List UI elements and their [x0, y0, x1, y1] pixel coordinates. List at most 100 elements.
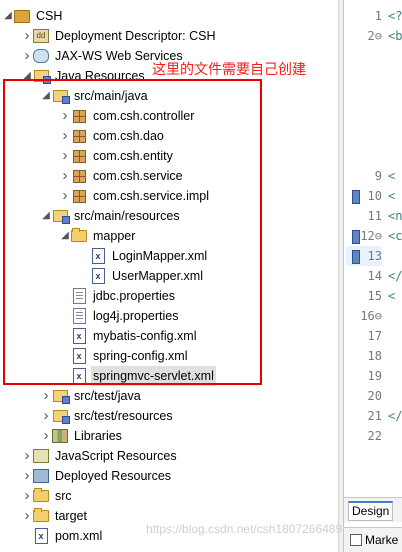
line-number: 9	[374, 169, 382, 183]
line-number	[346, 126, 382, 146]
code-line[interactable]: <	[388, 286, 395, 306]
tree-item[interactable]: ◢ src/main/resources	[0, 206, 182, 226]
expand-arrow-icon[interactable]: ›	[21, 506, 33, 526]
code-line[interactable]: </	[388, 406, 402, 426]
expand-arrow-icon[interactable]: ›	[40, 386, 52, 406]
tree-item-label: com.csh.entity	[93, 149, 173, 163]
line-number: 18	[367, 349, 382, 363]
xml-editor: 1 <? 2⊖ <b 9 <10 <11 <n 12⊖ <c 13 14 </15 <16⊖ 17 18 19 2…	[343, 0, 402, 552]
tree-item[interactable]: x springmvc-servlet.xml	[0, 366, 216, 386]
code-line[interactable]: </	[388, 266, 402, 286]
tree-item-label: com.csh.service	[93, 169, 183, 183]
annotation-marker-icon[interactable]	[352, 230, 360, 244]
collapse-arrow-icon[interactable]: ◢	[2, 6, 14, 26]
tree-item-label: com.csh.dao	[93, 129, 164, 143]
collapse-arrow-icon[interactable]: ◢	[40, 86, 52, 106]
tree-item-label: src	[55, 489, 72, 503]
tree-item[interactable]: ◢ Java Resources	[0, 66, 147, 86]
tree-item[interactable]: › JavaScript Resources	[0, 446, 179, 466]
tree-item[interactable]: › Deployed Resources	[0, 466, 173, 486]
tree-item-label: springmvc-servlet.xml	[91, 366, 216, 386]
tree-item-label: com.csh.controller	[93, 109, 195, 123]
expand-arrow-icon[interactable]: ›	[59, 186, 71, 206]
collapse-arrow-icon[interactable]: ◢	[59, 226, 71, 246]
annotation-marker-icon[interactable]	[352, 250, 360, 264]
line-number: 15	[367, 289, 382, 303]
editor-line-area[interactable]: 1 <? 2⊖ <b 9 <10 <11 <n 12⊖ <c 13 14 </15 <16⊖ 17 18 19 2…	[344, 0, 402, 494]
collapse-arrow-icon[interactable]: ◢	[40, 206, 52, 226]
code-line[interactable]: <b	[388, 26, 402, 46]
code-line[interactable]: <n	[388, 206, 402, 226]
tree-item[interactable]: › com.csh.service.impl	[0, 186, 211, 206]
tab-design[interactable]: Design	[348, 501, 394, 521]
tree-item[interactable]: › target	[0, 506, 89, 526]
source-folder-icon	[52, 208, 70, 224]
line-number: 17	[367, 329, 382, 343]
expand-arrow-icon[interactable]: ›	[21, 446, 33, 466]
tree-item-label: spring-config.xml	[93, 349, 188, 363]
tree-item-label: target	[55, 509, 87, 523]
tree-item[interactable]: log4j.properties	[0, 306, 180, 326]
expand-arrow-icon[interactable]: ›	[21, 486, 33, 506]
watermark: https://blog.csdn.net/csh1807266489	[146, 522, 343, 536]
annotation-marker-icon[interactable]	[352, 190, 360, 204]
library-icon	[52, 428, 68, 444]
editor-tabs: Design	[344, 497, 402, 522]
expand-arrow-icon[interactable]: ›	[21, 46, 33, 66]
javascript-resources-icon	[33, 448, 49, 464]
code-line[interactable]: <c	[388, 226, 402, 246]
expand-arrow-icon[interactable]: ›	[21, 26, 33, 46]
tree-item[interactable]: x spring-config.xml	[0, 346, 189, 366]
tree-item-label: log4j.properties	[93, 309, 179, 323]
tree-item[interactable]: › dd Deployment Descriptor: CSH	[0, 26, 217, 46]
expand-arrow-icon[interactable]: ›	[59, 106, 71, 126]
tree-item[interactable]: › com.csh.controller	[0, 106, 196, 126]
xml-file-icon: x	[90, 268, 106, 284]
tree-item-label: LoginMapper.xml	[112, 249, 208, 263]
expand-arrow-icon[interactable]: ›	[21, 466, 33, 486]
tree-item[interactable]: ◢ CSH	[0, 6, 64, 26]
line-number	[346, 106, 382, 126]
expand-arrow-icon[interactable]: ›	[59, 166, 71, 186]
xml-file-icon: x	[33, 528, 49, 544]
code-line[interactable]: <?	[388, 6, 402, 26]
expand-arrow-icon[interactable]: ›	[59, 146, 71, 166]
tab-markers[interactable]: Marke	[350, 532, 398, 548]
folder-icon	[33, 508, 49, 524]
xml-file-icon: x	[71, 368, 87, 384]
expand-arrow-icon[interactable]: ›	[40, 406, 52, 426]
code-line[interactable]: <	[388, 186, 395, 206]
package-icon	[71, 108, 87, 124]
code-line[interactable]: <	[388, 166, 395, 186]
tree-item[interactable]: x LoginMapper.xml	[0, 246, 209, 266]
tree-item[interactable]: › com.csh.service	[0, 166, 185, 186]
tree-item[interactable]: › Libraries	[0, 426, 124, 446]
tree-item-label: Deployment Descriptor: CSH	[55, 29, 216, 43]
expand-arrow-icon[interactable]: ›	[40, 426, 52, 446]
tree-item[interactable]: ◢ mapper	[0, 226, 137, 246]
tree-item[interactable]: › src/test/resources	[0, 406, 175, 426]
tree-item[interactable]: x pom.xml	[0, 526, 104, 546]
project-icon	[14, 8, 30, 24]
tree-item[interactable]: x mybatis-config.xml	[0, 326, 199, 346]
collapse-arrow-icon[interactable]: ◢	[21, 66, 33, 86]
tree-item[interactable]: › src/test/java	[0, 386, 143, 406]
tree-item[interactable]: ◢ src/main/java	[0, 86, 150, 106]
tree-item-label: com.csh.service.impl	[93, 189, 209, 203]
tree-item[interactable]: jdbc.properties	[0, 286, 177, 306]
line-number: 19	[367, 369, 382, 383]
java-resources-icon	[33, 68, 51, 84]
tree-item[interactable]: › com.csh.dao	[0, 126, 166, 146]
annotation-text: 这里的文件需要自己创建	[152, 62, 306, 78]
tree-item-label: Deployed Resources	[55, 469, 172, 483]
tree-item[interactable]: › src	[0, 486, 74, 506]
expand-arrow-icon[interactable]: ›	[59, 126, 71, 146]
tree-item[interactable]: x UserMapper.xml	[0, 266, 205, 286]
line-number: 20	[367, 389, 382, 403]
tree-item[interactable]: › com.csh.entity	[0, 146, 175, 166]
line-number: 16⊖	[360, 309, 382, 323]
